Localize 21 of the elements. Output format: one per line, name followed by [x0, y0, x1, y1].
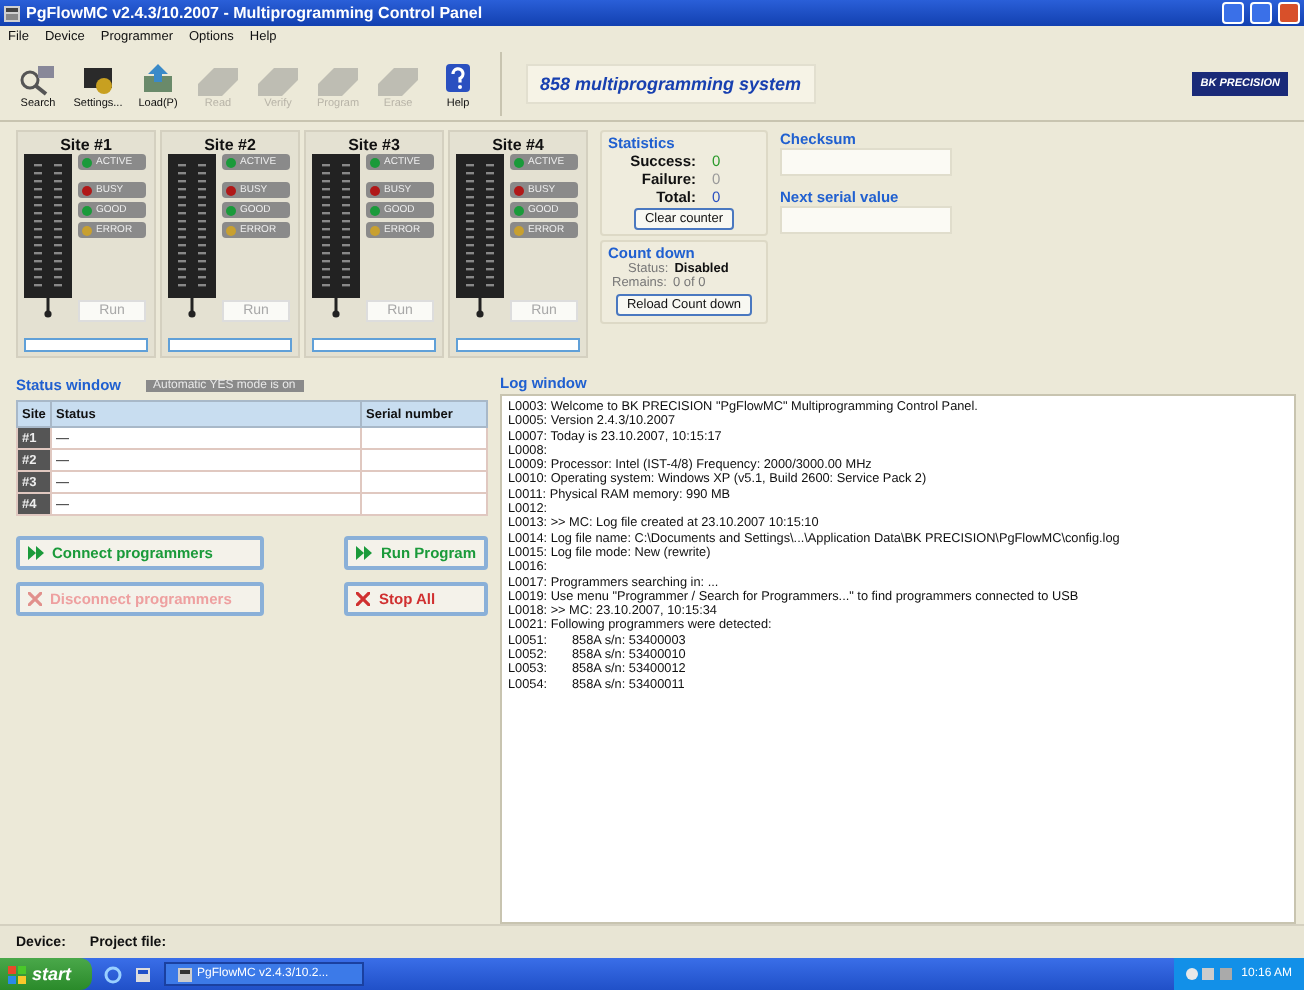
maximize-button[interactable]	[1250, 2, 1272, 24]
cross-icon	[28, 592, 42, 606]
upload-icon	[138, 59, 178, 95]
app-icon	[4, 5, 20, 21]
site-title: Site #1	[58, 136, 114, 154]
desktop-icon	[133, 965, 152, 983]
cross-icon	[356, 592, 371, 606]
site-title: Site #3	[346, 136, 402, 154]
banner-text: 858 multiprogramming system	[526, 64, 816, 104]
start-button[interactable]: start	[0, 958, 92, 990]
window-title: PgFlowMC v2.4.3/10.2007 - Multiprogramming Control Panel	[26, 4, 483, 22]
close-button[interactable]	[1278, 2, 1300, 24]
site-title: Site #2	[202, 136, 258, 154]
windows-logo-icon	[8, 965, 26, 983]
fast-forward-icon	[356, 546, 373, 560]
browser-icon	[103, 965, 122, 983]
minimize-button[interactable]	[1222, 2, 1244, 24]
app-icon	[177, 967, 192, 981]
site-title: Site #4	[490, 136, 546, 154]
tray-icons-drawing	[1185, 966, 1234, 982]
fast-forward-icon	[28, 546, 44, 560]
